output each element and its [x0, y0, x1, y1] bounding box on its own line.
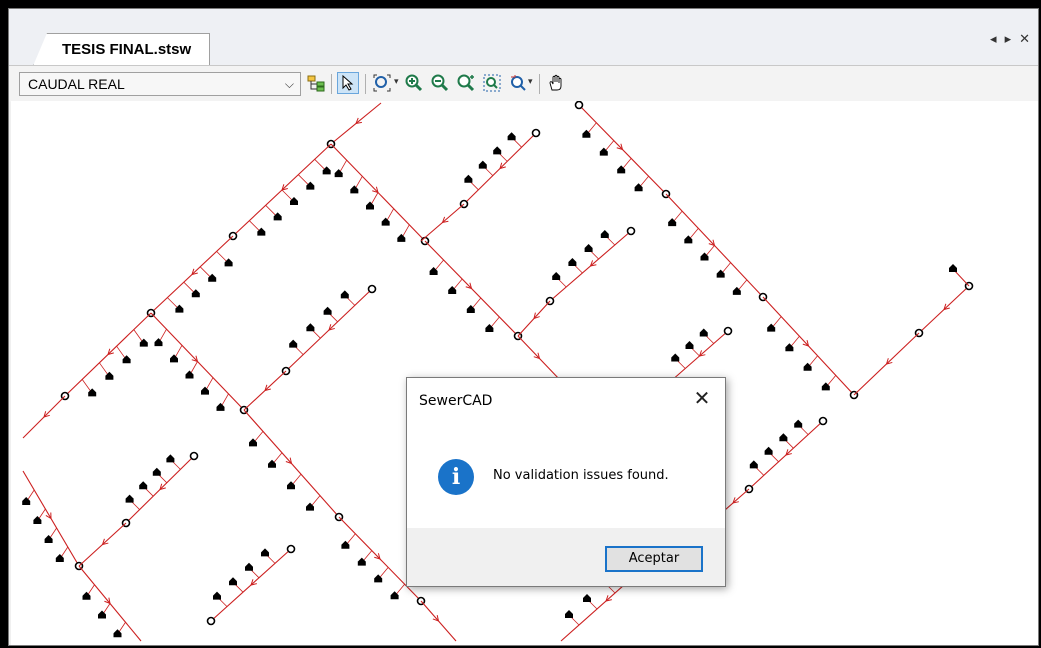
property-connection [381, 217, 390, 226]
property-connection [245, 562, 253, 571]
property-connection [166, 454, 175, 463]
property-connection [306, 323, 315, 332]
property-connection [568, 258, 577, 266]
property-connection [175, 304, 184, 313]
manhole-node [574, 101, 584, 110]
manhole-node [626, 226, 636, 236]
property-connection [779, 433, 788, 442]
zoom-window-icon[interactable] [481, 72, 503, 94]
property-connection [191, 289, 200, 298]
drawing-toolbar: CAUDAL REAL ⌵ ▾ ▾ [9, 65, 1038, 102]
property-connection [949, 264, 957, 272]
scenario-tree-icon[interactable] [305, 72, 327, 94]
zoom-previous-icon[interactable] [507, 72, 529, 94]
property-connection [334, 169, 343, 178]
scenario-select-value: CAUDAL REAL [28, 76, 125, 92]
tab-document[interactable]: TESIS FINAL.stsw [33, 33, 211, 66]
dialog-message: No validation issues found. [493, 468, 669, 483]
property-connection [794, 419, 803, 428]
property-connection [152, 467, 161, 476]
dialog-title: SewerCAD [419, 393, 493, 409]
property-connection [125, 494, 134, 503]
dialog-titlebar: SewerCAD ✕ [407, 378, 725, 424]
property-connection [584, 244, 593, 252]
property-connection [583, 594, 591, 602]
tab-scroll-left-icon[interactable]: ◂ [990, 31, 997, 47]
property-connection [493, 146, 502, 155]
dialog-footer: Aceptar [407, 528, 725, 586]
property-connection [139, 481, 148, 490]
property-connection [699, 328, 708, 337]
property-connection [764, 446, 773, 455]
property-connection [257, 227, 266, 236]
pan-hand-icon[interactable] [545, 72, 567, 94]
zoom-realtime-icon[interactable] [455, 72, 477, 94]
property-connection [397, 233, 406, 242]
document-window: TESIS FINAL.stsw ◂ ▸ ✕ CAUDAL REAL ⌵ ▾ ▾… [8, 8, 1039, 646]
zoom-previous-dropdown-icon[interactable]: ▾ [528, 76, 533, 87]
property-connection [464, 174, 473, 183]
manhole-node [723, 326, 733, 336]
property-connection [565, 610, 573, 618]
property-connection [273, 212, 282, 221]
close-icon[interactable]: ✕ [689, 386, 715, 412]
zoom-out-icon[interactable] [429, 72, 451, 94]
property-connection [261, 548, 269, 557]
manhole-node [206, 616, 216, 626]
property-connection [154, 338, 163, 347]
property-connection [229, 577, 237, 586]
ok-button[interactable]: Aceptar [605, 546, 703, 572]
zoom-extents-icon[interactable] [371, 72, 393, 94]
property-connection [507, 132, 516, 141]
chevron-down-icon: ⌵ [284, 77, 294, 91]
property-connection [306, 181, 315, 190]
property-connection [366, 201, 374, 210]
property-connection [552, 272, 561, 280]
tab-strip: TESIS FINAL.stsw ◂ ▸ ✕ [9, 9, 1038, 66]
zoom-extents-dropdown-icon[interactable]: ▾ [394, 76, 399, 87]
info-icon: i [438, 459, 474, 495]
property-connection [290, 197, 298, 205]
zoom-in-icon[interactable] [403, 72, 425, 94]
property-connection [671, 353, 680, 362]
property-connection [350, 185, 359, 194]
manhole-node [189, 451, 199, 461]
dialog-body: i No validation issues found. [407, 424, 725, 528]
manhole-node [531, 128, 541, 138]
property-connection [749, 460, 758, 469]
manhole-node [367, 284, 377, 294]
property-connection [685, 341, 694, 349]
tab-close-icon[interactable]: ✕ [1019, 31, 1030, 47]
property-connection [208, 273, 217, 282]
property-connection [224, 258, 233, 267]
property-connection [600, 230, 609, 238]
tab-scroll-right-icon[interactable]: ▸ [1005, 31, 1012, 47]
property-connection [201, 386, 209, 395]
property-connection [340, 290, 349, 299]
property-connection [170, 354, 178, 363]
manhole-node [286, 544, 296, 554]
property-connection [216, 402, 225, 411]
property-connection [322, 166, 331, 175]
scenario-select[interactable]: CAUDAL REAL ⌵ [19, 72, 301, 96]
property-connection [323, 306, 332, 315]
property-connection [289, 339, 298, 348]
manhole-node [818, 416, 828, 426]
tab-controls: ◂ ▸ ✕ [990, 31, 1030, 47]
message-dialog: SewerCAD ✕ i No validation issues found.… [406, 377, 726, 587]
property-connection [213, 591, 221, 600]
property-connection [478, 160, 487, 169]
select-arrow-icon[interactable] [337, 72, 359, 94]
property-connection [185, 370, 194, 379]
